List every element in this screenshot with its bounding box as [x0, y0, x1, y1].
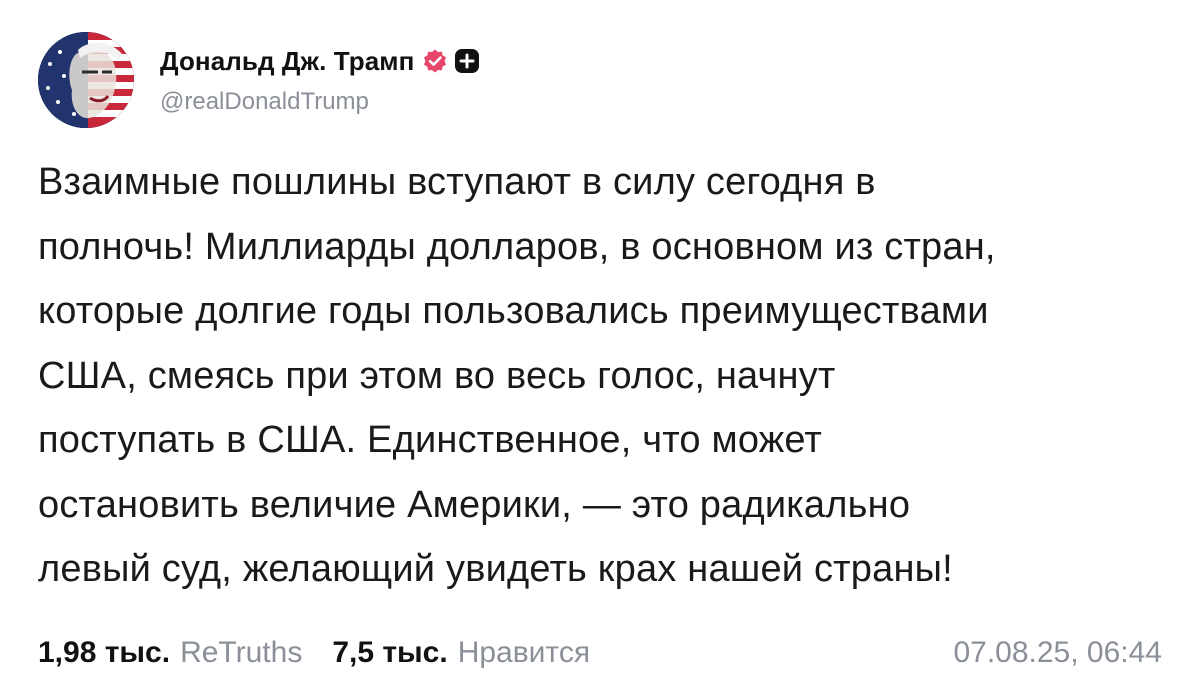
- name-row: Дональд Дж. Трамп: [160, 44, 480, 78]
- avatar-image: [38, 32, 134, 128]
- author-display-name[interactable]: Дональд Дж. Трамп: [160, 46, 414, 77]
- author-identity: Дональд Дж. Трамп @realDonaldTrump: [160, 44, 480, 116]
- retruths-count: 1,98 тыс.: [38, 636, 171, 669]
- retruths-stat[interactable]: 1,98 тыс. ReTruths: [38, 636, 302, 670]
- author-handle[interactable]: @realDonaldTrump: [160, 88, 480, 116]
- post-text-line: левый суд, желающий увидеть крах нашей с…: [38, 548, 953, 590]
- verified-check-icon: [422, 48, 448, 74]
- post-header: Дональд Дж. Трамп @realDonaldTrump: [38, 30, 480, 130]
- post-text-line: Взаимные пошлины вступают в силу сегодня…: [38, 161, 876, 203]
- likes-stat[interactable]: 7,5 тыс. Нравится: [332, 636, 590, 670]
- post-text-line: поступать в США. Единственное, что может: [38, 419, 823, 461]
- post-text-line: США, смеясь при этом во весь голос, начн…: [38, 354, 836, 397]
- post-text-line: полночь! Миллиарды долларов, в основном …: [38, 225, 996, 268]
- truth-post: Дональд Дж. Трамп @realDonaldTrump Взаим…: [0, 0, 1200, 698]
- plus-badge-icon: [454, 48, 480, 74]
- post-text-line: которые долгие годы пользовались преимущ…: [38, 290, 989, 332]
- likes-label: Нравится: [457, 636, 591, 669]
- post-text: Взаимные пошлины вступают в силу сегодня…: [38, 150, 1168, 602]
- likes-count: 7,5 тыс.: [332, 636, 448, 669]
- post-text-line: остановить величие Америки, — это радика…: [38, 483, 911, 526]
- retruths-label: ReTruths: [180, 636, 303, 669]
- avatar[interactable]: [38, 32, 134, 128]
- post-timestamp[interactable]: 07.08.25, 06:44: [953, 636, 1162, 670]
- post-footer: 1,98 тыс. ReTruths 7,5 тыс. Нравится 07.…: [38, 630, 1162, 676]
